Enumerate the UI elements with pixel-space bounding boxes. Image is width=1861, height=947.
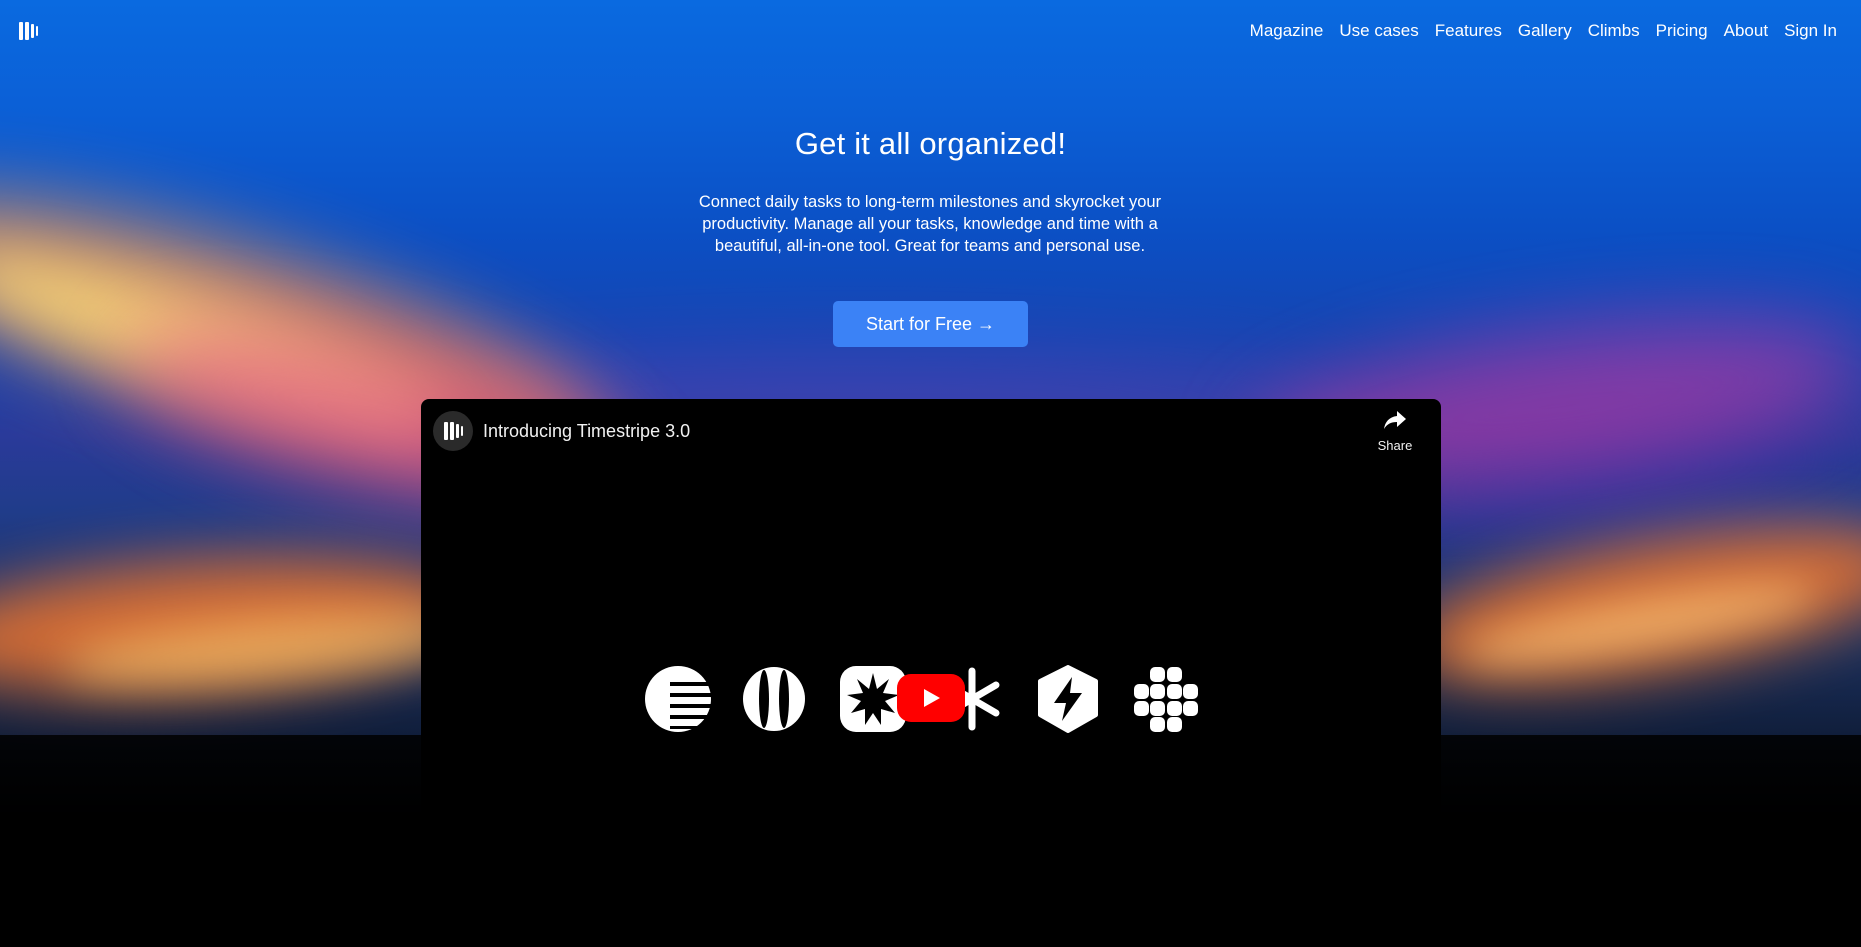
top-nav: Magazine Use cases Features Gallery Clim… <box>1250 20 1837 42</box>
nav-climbs[interactable]: Climbs <box>1588 20 1640 42</box>
globe-meridians-icon <box>743 667 805 731</box>
nav-sign-in[interactable]: Sign In <box>1784 20 1837 42</box>
lightning-hexagon-icon <box>1038 665 1098 733</box>
nav-pricing[interactable]: Pricing <box>1656 20 1708 42</box>
horizon-lines-icon <box>645 666 711 732</box>
video-title[interactable]: Introducing Timestripe 3.0 <box>483 421 690 442</box>
nav-about[interactable]: About <box>1724 20 1768 42</box>
share-button[interactable]: Share <box>1373 409 1417 453</box>
nav-features[interactable]: Features <box>1435 20 1502 42</box>
grid-blocks-icon <box>1134 667 1198 732</box>
channel-avatar[interactable] <box>433 411 473 451</box>
play-button[interactable] <box>897 674 965 722</box>
timestripe-logo-icon[interactable] <box>19 21 43 41</box>
share-label: Share <box>1377 438 1413 453</box>
share-icon <box>1384 411 1406 429</box>
hero-title: Get it all organized! <box>794 126 1067 161</box>
start-for-free-button[interactable]: Start for Free → <box>833 301 1028 347</box>
nav-gallery[interactable]: Gallery <box>1518 20 1572 42</box>
video-player[interactable]: Introducing Timestripe 3.0 Share <box>421 399 1441 947</box>
nav-use-cases[interactable]: Use cases <box>1339 20 1418 42</box>
nav-magazine[interactable]: Magazine <box>1250 20 1324 42</box>
play-icon <box>924 689 940 707</box>
hero-subtitle: Connect daily tasks to long-term milesto… <box>698 193 1162 255</box>
